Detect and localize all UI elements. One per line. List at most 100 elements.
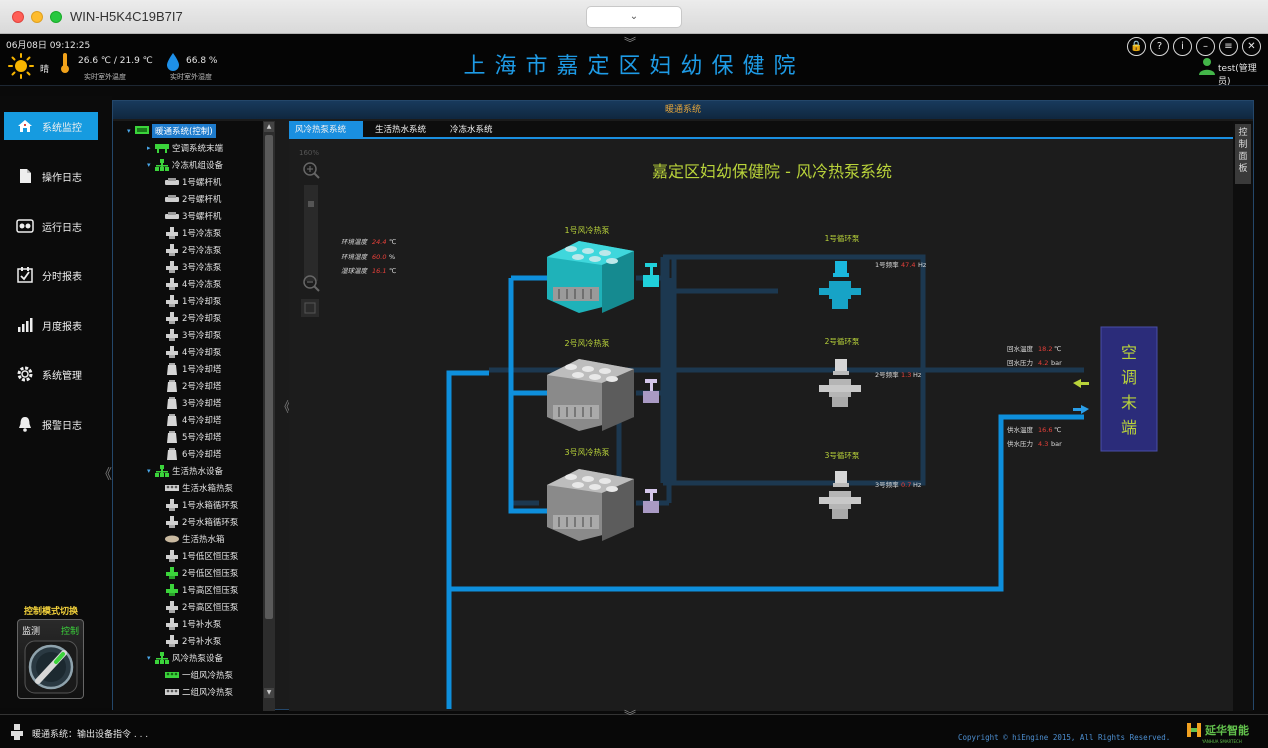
expand-icon[interactable]: ▸ xyxy=(147,144,155,152)
tree-item[interactable]: 5号冷却塔 xyxy=(165,429,221,445)
tower-icon xyxy=(165,397,179,409)
control-panel-button[interactable]: 控制面板 xyxy=(1235,124,1251,184)
tree-item[interactable]: 二组风冷热泵 xyxy=(165,684,233,700)
collapse-icon[interactable]: ▾ xyxy=(147,654,155,662)
tree-item-label: 空调系统末端 xyxy=(172,144,224,154)
tree-item[interactable]: 1号冷却塔 xyxy=(165,361,221,377)
home-icon xyxy=(16,117,34,135)
mode-switch[interactable]: 监测 控制 xyxy=(17,619,84,699)
fit-view-icon[interactable] xyxy=(301,299,319,317)
collapse-icon[interactable]: ▾ xyxy=(147,161,155,169)
pump-label: 3号循环泵 xyxy=(825,450,860,460)
tab-air-cooled-heat-pump[interactable]: 风冷热泵系统 xyxy=(289,121,363,139)
tab-domestic-hot-water[interactable]: 生活热水系统 xyxy=(369,121,432,139)
temperature-caption: 实时室外温度 xyxy=(84,73,126,81)
supply-arrow-icon xyxy=(1073,405,1089,414)
tree-item[interactable]: 生活水箱热泵 xyxy=(165,480,233,496)
tree-item[interactable]: 1号冷冻泵 xyxy=(165,225,221,241)
tree-item[interactable]: 2号低区恒压泵 xyxy=(165,565,238,581)
tree-item[interactable]: ▸ 空调系统末端 xyxy=(147,140,223,156)
close-icon[interactable]: ✕ xyxy=(1242,37,1261,56)
sidebar-item-monthly-report[interactable]: 月度报表 xyxy=(4,311,98,339)
window-dropdown[interactable]: ⌄ xyxy=(586,6,682,28)
tree-scrollbar[interactable]: ▲ ▼ xyxy=(263,121,275,711)
brand-subtitle: YANHUA SMARTECH xyxy=(1202,739,1242,744)
zoom-in-icon[interactable] xyxy=(303,162,320,179)
window-close-button[interactable] xyxy=(12,11,24,23)
sidebar-item-monitor[interactable]: 系统监控 xyxy=(4,112,98,140)
sidebar-item-time-report[interactable]: 分时报表 xyxy=(4,261,98,289)
tree-item-label: 2号补水泵 xyxy=(182,637,222,647)
scroll-down-icon[interactable]: ▼ xyxy=(264,688,274,698)
zoom-slider[interactable] xyxy=(304,185,318,281)
pump-label: 2号循环泵 xyxy=(825,336,860,346)
tree-item[interactable]: 3号冷却泵 xyxy=(165,327,221,343)
tree-item[interactable]: 6号冷却塔 xyxy=(165,446,221,462)
tree-item[interactable]: 3号螺杆机 xyxy=(165,208,221,224)
heat-pump-2[interactable]: 2号风冷热泵 xyxy=(547,338,634,431)
info-icon[interactable]: i xyxy=(1173,37,1192,56)
sidebar-item-operation-log[interactable]: 操作日志 xyxy=(4,162,98,190)
tree-item-label: 1号螺杆机 xyxy=(182,178,222,188)
tree-item[interactable]: 2号补水泵 xyxy=(165,633,221,649)
window-minimize-button[interactable] xyxy=(31,11,43,23)
tree-item[interactable]: 1号补水泵 xyxy=(165,616,221,632)
tree-item[interactable]: 3号冷却塔 xyxy=(165,395,221,411)
tree-item-label: 1号低区恒压泵 xyxy=(182,552,239,562)
tree-item-label: 4号冷却塔 xyxy=(182,416,222,426)
collapse-sidebar-icon[interactable]: 《 xyxy=(98,464,112,484)
tree-item[interactable]: 2号冷冻泵 xyxy=(165,242,221,258)
collapse-footer-icon[interactable]: ︾ xyxy=(624,707,636,724)
heatpump-green-icon xyxy=(165,669,179,681)
valve-2-icon[interactable] xyxy=(643,379,659,403)
user-icon[interactable] xyxy=(1198,57,1216,75)
lock-icon[interactable]: 🔒 xyxy=(1127,37,1146,56)
tree-item[interactable]: 4号冷冻泵 xyxy=(165,276,221,292)
valve-3-icon[interactable] xyxy=(643,489,659,513)
tree-item[interactable]: 4号冷却塔 xyxy=(165,412,221,428)
tree-item[interactable]: 3号冷冻泵 xyxy=(165,259,221,275)
svg-text:供水温度: 供水温度 xyxy=(1007,425,1034,434)
sidebar-item-system-admin[interactable]: 系统管理 xyxy=(4,360,98,388)
tree-item[interactable]: 1号水箱循环泵 xyxy=(165,497,238,513)
tree-item-label: 1号水箱循环泵 xyxy=(182,501,239,511)
zoom-slider-handle[interactable] xyxy=(308,201,314,207)
collapse-icon[interactable]: ▾ xyxy=(127,127,135,135)
tree-item[interactable]: 2号螺杆机 xyxy=(165,191,221,207)
tree-item[interactable]: 2号冷却塔 xyxy=(165,378,221,394)
tree-item[interactable]: ▾ 风冷热泵设备 xyxy=(147,650,223,666)
collapse-icon[interactable]: ▾ xyxy=(147,467,155,475)
window-zoom-button[interactable] xyxy=(50,11,62,23)
user-name[interactable]: test(管理员) xyxy=(1218,61,1268,87)
tree-item[interactable]: 生活热水箱 xyxy=(165,531,225,547)
tree-item[interactable]: 1号螺杆机 xyxy=(165,174,221,190)
tree-item[interactable]: 1号冷却泵 xyxy=(165,293,221,309)
tree-item[interactable]: 2号冷却泵 xyxy=(165,310,221,326)
tower-icon xyxy=(165,431,179,443)
circulation-pump-1[interactable]: 1号循环泵 1号频率 47.4 Hz xyxy=(819,233,927,309)
scroll-up-icon[interactable]: ▲ xyxy=(264,122,274,132)
tree-item[interactable]: ▾ 生活热水设备 xyxy=(147,463,223,479)
tree-item-label: 1号冷冻泵 xyxy=(182,229,222,239)
minimize-icon[interactable]: – xyxy=(1196,37,1215,56)
tree-item[interactable]: 2号高区恒压泵 xyxy=(165,599,238,615)
environment-readouts: 环境温度 24.4 ℃ 环境湿度 60.0 % 湿球温度 16.1 ℃ xyxy=(341,238,396,275)
air-conditioning-terminal[interactable]: 空 调 末 端 xyxy=(1100,326,1158,452)
zoom-control[interactable]: 160% xyxy=(299,149,320,317)
tree-item[interactable]: 1号低区恒压泵 xyxy=(165,548,238,564)
tree-item[interactable]: 2号水箱循环泵 xyxy=(165,514,238,530)
tree-item[interactable]: ▾ 暖通系统(控制) xyxy=(127,123,216,139)
menu-icon[interactable]: ≡ xyxy=(1219,37,1238,56)
sidebar-item-run-log[interactable]: 运行日志 xyxy=(4,212,98,240)
mode-dial-icon[interactable] xyxy=(23,640,79,694)
tree-item[interactable]: 一组风冷热泵 xyxy=(165,667,233,683)
help-icon[interactable]: ? xyxy=(1150,37,1169,56)
scroll-thumb[interactable] xyxy=(265,135,273,619)
tab-chilled-water[interactable]: 冷冻水系统 xyxy=(444,121,499,139)
tree-item[interactable]: 4号冷却泵 xyxy=(165,344,221,360)
valve-1-icon[interactable] xyxy=(643,263,659,287)
heat-pump-1[interactable]: 1号风冷热泵 xyxy=(547,225,634,313)
sidebar-item-alarm-log[interactable]: 报警日志 xyxy=(4,410,98,438)
tree-item[interactable]: ▾ 冷冻机组设备 xyxy=(147,157,223,173)
tree-item[interactable]: 1号高区恒压泵 xyxy=(165,582,238,598)
